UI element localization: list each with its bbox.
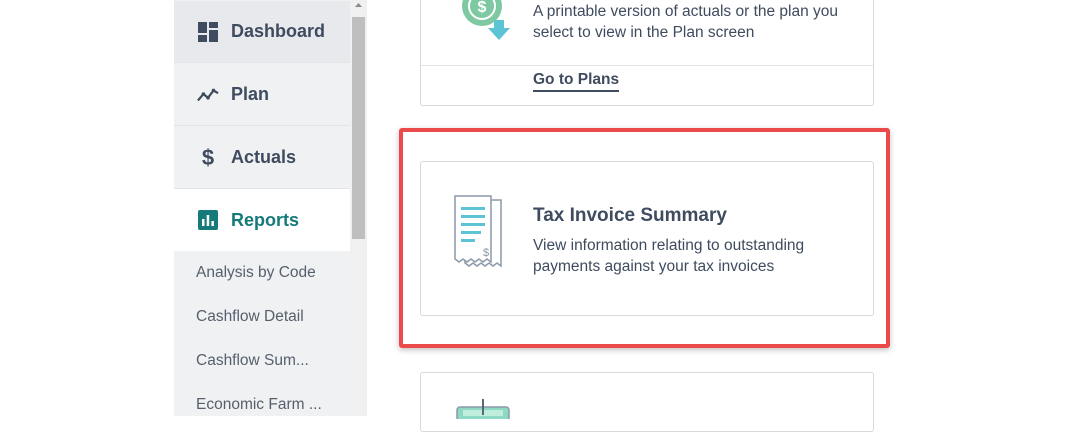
sidebar-subitem-cashflow-summary[interactable]: Cashflow Sum...	[196, 352, 309, 370]
sidebar-item-label: Plan	[231, 84, 270, 104]
scroll-up-arrow-icon[interactable]	[350, 0, 367, 17]
sidebar-item-label: Reports	[231, 209, 300, 230]
sidebar-item-label: Dashboard	[231, 21, 326, 41]
go-to-plans-link[interactable]: Go to Plans	[533, 71, 620, 92]
card-description: A printable version of actuals or the pl…	[533, 3, 839, 41]
report-card-next[interactable]	[420, 372, 874, 432]
sidebar: Dashboard Plan $ Actuals Reports Analysi…	[174, 0, 350, 416]
calculator-icon	[456, 399, 510, 419]
dashboard-icon	[197, 21, 219, 43]
scrollbar-thumb[interactable]	[352, 17, 365, 239]
svg-text:$: $	[478, 0, 487, 16]
sidebar-item-label: Actuals	[231, 147, 297, 167]
sidebar-subitem-analysis-by-code[interactable]: Analysis by Code	[196, 264, 316, 282]
highlight-box	[399, 128, 890, 348]
sidebar-item-plan[interactable]: Plan	[174, 64, 350, 126]
sidebar-scrollbar[interactable]	[350, 0, 367, 416]
svg-text:$: $	[202, 146, 214, 170]
card-divider	[421, 65, 873, 66]
bar-chart-icon	[197, 209, 219, 231]
sidebar-item-reports[interactable]: Reports	[174, 189, 350, 251]
dollar-download-icon: $	[462, 0, 510, 40]
sidebar-subitem-economic-farm[interactable]: Economic Farm ...	[196, 396, 322, 414]
sidebar-item-actuals[interactable]: $ Actuals	[174, 127, 350, 189]
dollar-icon: $	[197, 146, 219, 170]
trend-line-icon	[197, 84, 219, 106]
sidebar-subitem-cashflow-detail[interactable]: Cashflow Detail	[196, 308, 304, 326]
sidebar-item-dashboard[interactable]: Dashboard	[174, 1, 350, 63]
report-card-plan: $ A printable version of actuals or the …	[420, 0, 874, 106]
